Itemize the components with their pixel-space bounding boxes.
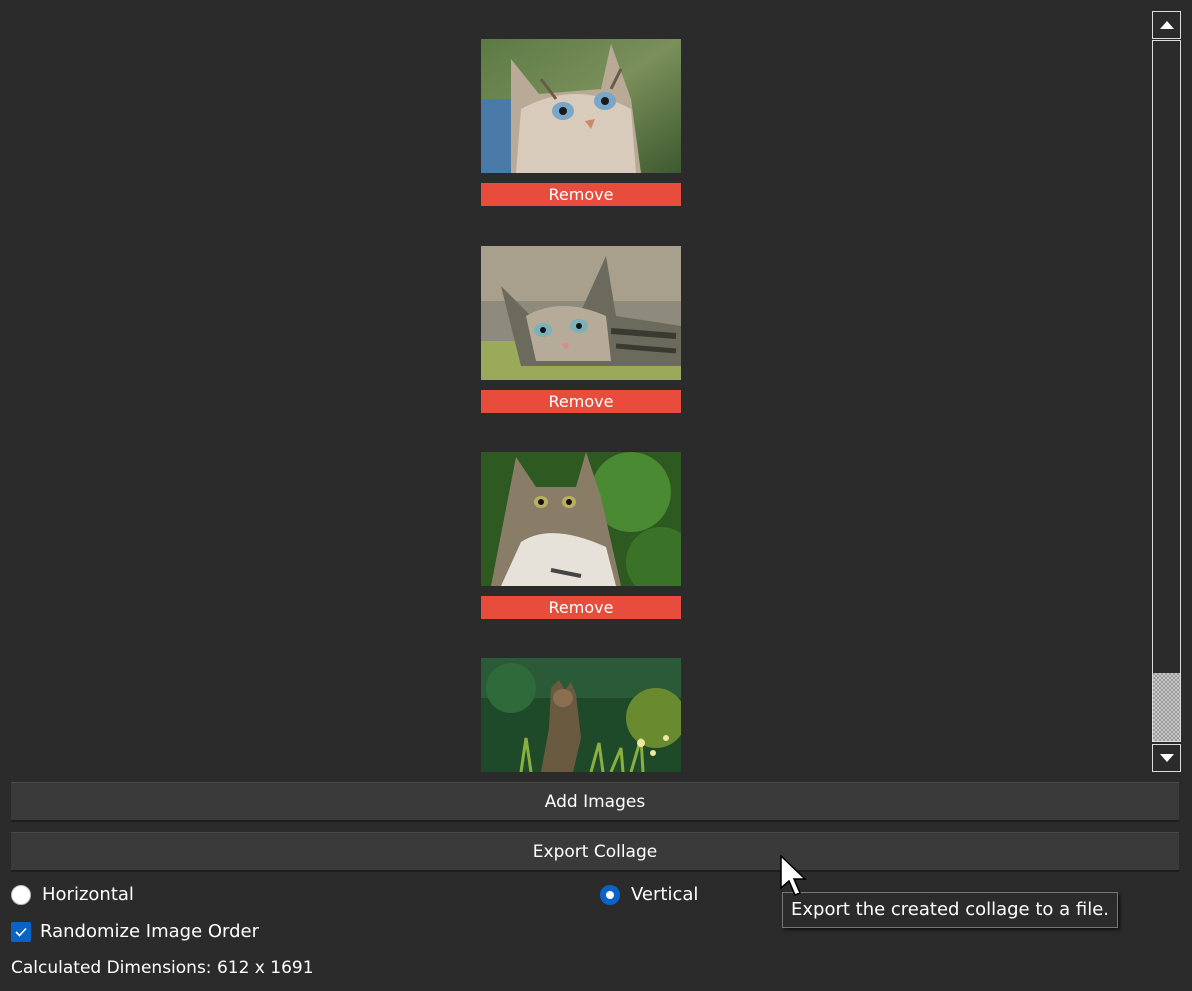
vertical-radio[interactable] <box>600 884 620 905</box>
image-item: Remove <box>481 39 681 206</box>
horizontal-label: Horizontal <box>42 884 134 905</box>
randomize-label: Randomize Image Order <box>40 921 260 942</box>
randomize-option[interactable]: Randomize Image Order <box>11 921 259 942</box>
cat-thumbnail-1 <box>481 39 681 173</box>
image-item: Remove <box>481 452 681 619</box>
scrollbar-track[interactable] <box>1152 40 1181 742</box>
arrow-up-icon <box>1159 21 1174 29</box>
vertical-scrollbar[interactable] <box>1152 11 1181 772</box>
export-tooltip: Export the created collage to a file. <box>782 892 1119 928</box>
cat-thumbnail-2 <box>481 246 681 380</box>
remove-button[interactable]: Remove <box>481 183 681 206</box>
image-item: Remove <box>481 246 681 413</box>
horizontal-option[interactable]: Horizontal <box>11 884 134 905</box>
scrollbar-thumb[interactable] <box>1153 673 1180 741</box>
randomize-checkbox[interactable] <box>11 921 31 942</box>
image-list-scroll-area[interactable]: Remove Remove Remove <box>0 0 1150 772</box>
export-collage-button[interactable]: Export Collage <box>11 832 1179 872</box>
horizontal-radio[interactable] <box>11 884 31 905</box>
arrow-down-icon <box>1159 754 1174 762</box>
scroll-down-button[interactable] <box>1152 744 1181 772</box>
cat-thumbnail-3 <box>481 452 681 586</box>
cat-thumbnail-4 <box>481 658 681 772</box>
scroll-up-button[interactable] <box>1152 11 1181 39</box>
vertical-option[interactable]: Vertical <box>600 884 698 905</box>
image-item <box>481 658 681 772</box>
remove-button[interactable]: Remove <box>481 596 681 619</box>
add-images-button[interactable]: Add Images <box>11 782 1179 822</box>
calculated-dimensions: Calculated Dimensions: 612 x 1691 <box>11 958 314 978</box>
checkmark-icon <box>15 927 27 937</box>
collage-app-window: Remove Remove Remove Add Images Export C… <box>0 0 1192 991</box>
mouse-cursor-icon <box>780 855 807 896</box>
vertical-label: Vertical <box>631 884 699 905</box>
remove-button[interactable]: Remove <box>481 390 681 413</box>
